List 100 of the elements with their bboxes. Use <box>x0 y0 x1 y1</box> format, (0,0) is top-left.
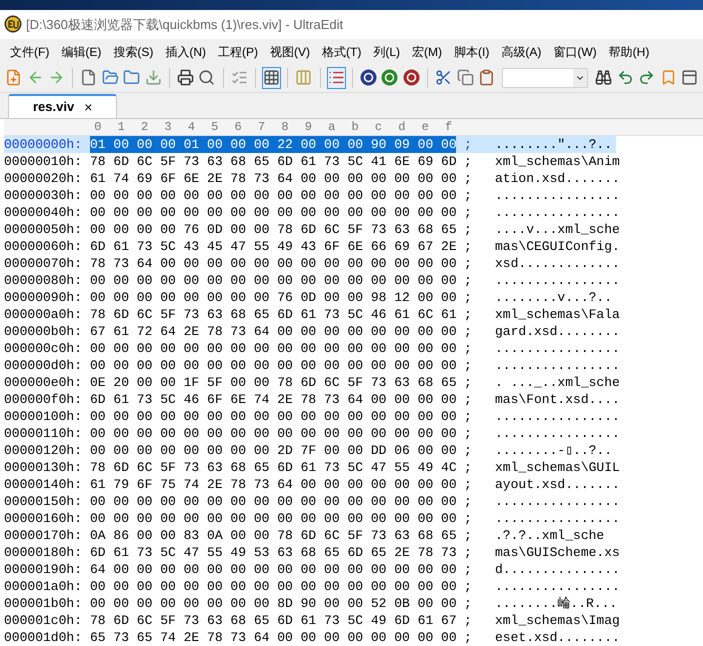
address: 00000140h: <box>4 476 84 493</box>
column-label: d <box>397 118 406 135</box>
address: 000000c0h: <box>4 340 84 357</box>
hex-bytes: 00 00 00 00 00 00 00 00 00 00 00 00 00 00 00 00 <box>90 340 456 357</box>
ascii-text: ................ <box>494 272 621 289</box>
menu-item[interactable]: 编辑(E) <box>55 42 108 61</box>
address: 00000080h: <box>4 272 84 289</box>
ascii-text: mas\Font.xsd.... <box>494 390 621 408</box>
address: 00000190h: <box>4 560 84 578</box>
print-icon <box>177 69 194 86</box>
ascii-text: ........v...?.. <box>494 288 614 306</box>
separator-mark: ; <box>464 544 472 560</box>
address: 00000050h: <box>4 220 84 238</box>
menu-item[interactable]: 工程(P) <box>212 42 264 61</box>
ascii-text: ................ <box>494 578 621 595</box>
disc-icon <box>360 69 378 86</box>
separator-mark: ; <box>464 476 472 492</box>
column-label: e <box>420 118 430 135</box>
address: 000001c0h: <box>4 612 84 629</box>
address: 000001a0h: <box>4 578 84 595</box>
ascii-text: gard.xsd........ <box>494 322 621 340</box>
menu-item[interactable]: 脚本(I) <box>448 42 496 61</box>
ascii-text: xml_schemas\Anim <box>494 152 621 170</box>
column-label: 7 <box>256 118 266 135</box>
copy-icon <box>456 69 474 86</box>
hex-bytes: 61 79 6F 75 74 2E 78 73 64 00 00 00 00 00 00 00 <box>90 476 456 493</box>
ascii-text: ................ <box>494 204 621 221</box>
column-label: c <box>374 118 384 135</box>
column-label: 9 <box>304 118 313 135</box>
file-tab[interactable]: res.viv × <box>8 94 118 118</box>
disc-icon <box>402 69 420 86</box>
ascii-text: ........崘..R... <box>494 594 618 612</box>
toolbar-button[interactable] <box>262 66 282 89</box>
separator-mark: ; <box>464 562 472 577</box>
column-label: 8 <box>280 118 290 135</box>
ascii-text: ................ <box>494 510 621 527</box>
address: 00000130h: <box>4 458 84 476</box>
separator-mark: ; <box>464 578 472 594</box>
menu-item[interactable]: 高级(A) <box>495 42 548 61</box>
menu-item[interactable]: 文件(F) <box>4 42 56 61</box>
menu-item[interactable]: 搜索(S) <box>107 42 160 61</box>
separator-mark: ; <box>464 290 472 305</box>
separator-mark: ; <box>464 460 472 475</box>
column-label: 5 <box>210 118 220 135</box>
menu-item[interactable]: 宏(M) <box>406 42 448 61</box>
separator-mark: ; <box>464 324 472 339</box>
ascii-text: ................ <box>494 424 621 442</box>
hex-bytes: 00 00 00 00 00 00 00 00 00 00 00 00 00 00 00 00 <box>90 578 456 595</box>
menu-item[interactable]: 窗口(W) <box>547 42 603 61</box>
ascii-text: . ..._..xml_sche <box>494 374 621 391</box>
ascii-text: xml_schemas\GUIL <box>494 458 621 476</box>
column-label: 3 <box>163 118 173 135</box>
close-button[interactable]: × <box>84 100 92 114</box>
separator-mark: ; <box>464 408 472 424</box>
menu-item[interactable]: 视图(V) <box>264 42 316 61</box>
ascii-text: ation.xsd....... <box>494 170 621 187</box>
ascii-text: eset.xsd........ <box>494 628 621 646</box>
ascii-text: d............... <box>494 560 621 578</box>
column-label: f <box>444 118 454 135</box>
separator-mark: ; <box>464 442 472 458</box>
hex-bytes: 78 73 64 00 00 00 00 00 00 00 00 00 00 00 00 00 <box>90 254 456 272</box>
address: 00000030h: <box>4 186 84 204</box>
separator-mark: ; <box>464 306 472 322</box>
hex-bytes: 00 00 00 00 00 00 00 00 2D 7F 00 00 DD 06 00 00 <box>90 442 456 459</box>
separator-mark: ; <box>464 392 472 407</box>
hex-bytes: 01 00 00 00 01 00 00 00 22 00 00 00 90 09 00 00 <box>90 136 456 153</box>
menu-item[interactable]: 帮助(H) <box>602 42 656 61</box>
menu-item[interactable]: 插入(N) <box>159 42 212 61</box>
menu-item[interactable]: 列(L) <box>367 42 406 61</box>
separator-mark: ; <box>464 510 472 526</box>
ascii-text: xsd............. <box>494 254 621 272</box>
hex-bytes: 6D 61 73 5C 46 6F 6E 74 2E 78 73 64 00 00 00 00 <box>90 390 456 408</box>
hex-bytes: 00 00 00 00 00 00 00 00 00 00 00 00 00 00 00 00 <box>90 272 456 289</box>
ascii-text: mas\CEGUIConfig. <box>494 238 621 255</box>
separator-mark: ; <box>464 256 472 271</box>
menu-item[interactable]: 格式(T) <box>316 42 368 61</box>
file-icon <box>80 69 98 86</box>
address: 00000170h: <box>4 526 84 544</box>
hex-bytes: 00 00 00 00 00 00 00 00 76 0D 00 00 98 12 00 00 <box>90 288 456 306</box>
binoculars-icon <box>595 69 612 86</box>
address: 00000150h: <box>4 492 84 510</box>
separator-mark: ; <box>464 204 472 220</box>
ascii-text: mas\GUIScheme.xs <box>494 544 621 561</box>
separator-mark: ; <box>464 188 472 203</box>
ascii-text: xml_schemas\Fala <box>494 306 621 323</box>
undo-arrow-icon <box>616 69 634 86</box>
separator-mark: ; <box>464 238 472 254</box>
ascii-text: ................ <box>494 492 621 510</box>
column-label: 1 <box>116 118 126 135</box>
address: 000000d0h: <box>4 356 84 374</box>
address: 00000110h: <box>4 424 84 442</box>
columns-icon <box>295 69 312 86</box>
separator-mark: ; <box>464 494 472 509</box>
address: 00000070h: <box>4 254 84 272</box>
address: 00000090h: <box>4 288 84 306</box>
column-label: 4 <box>186 118 196 135</box>
redo-arrow-icon <box>638 69 656 86</box>
combo-field[interactable] <box>502 68 588 88</box>
separator-mark: ; <box>464 612 472 628</box>
panel-icon <box>680 69 698 86</box>
